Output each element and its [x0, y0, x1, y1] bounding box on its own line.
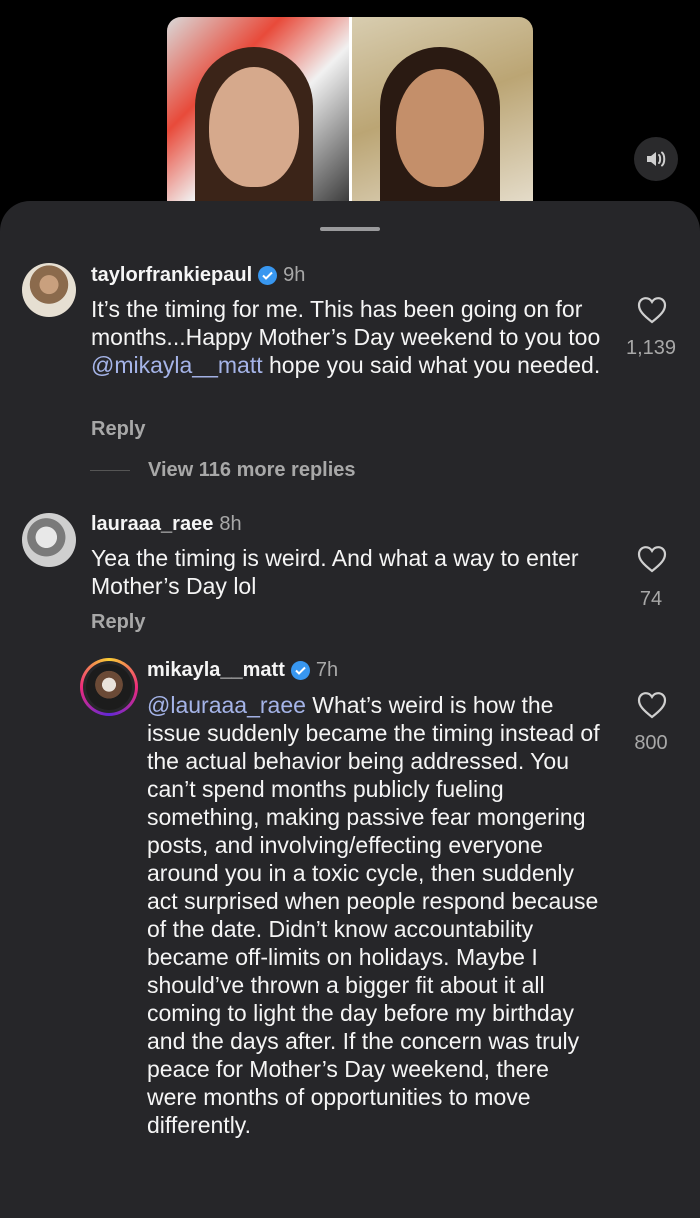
video-preview[interactable]: [167, 17, 533, 217]
comments-sheet: taylorfrankiepaul 9h It’s the timing for…: [0, 201, 700, 1218]
sound-toggle-button[interactable]: [634, 137, 678, 181]
divider: [90, 470, 130, 471]
video-left-frame: [167, 17, 349, 217]
like-count: 1,139: [625, 337, 677, 359]
mention-link[interactable]: @lauraaa_raee: [147, 692, 306, 718]
timestamp: 8h: [219, 513, 242, 535]
avatar[interactable]: [22, 263, 76, 317]
mention-link[interactable]: @mikayla__matt: [91, 352, 263, 378]
comment-header: lauraaa_raee 8h: [91, 513, 242, 536]
username[interactable]: mikayla__matt: [147, 659, 285, 682]
comment-text: @lauraaa_raee What’s weird is how the is…: [147, 691, 602, 1139]
avatar-story-ring[interactable]: [80, 658, 138, 716]
person-face: [395, 69, 484, 187]
comment-text-part: hope you said what you needed.: [262, 352, 601, 378]
comment-text: It’s the timing for me. This has been go…: [91, 295, 611, 379]
speaker-icon: [647, 151, 666, 167]
avatar: [86, 664, 132, 710]
video-right-frame: [348, 17, 533, 217]
heart-icon[interactable]: [637, 296, 667, 324]
view-more-replies[interactable]: View 116 more replies: [90, 459, 356, 482]
view-replies-label: View 116 more replies: [148, 459, 356, 481]
verified-badge-icon: [258, 266, 278, 285]
like-count: 800: [634, 732, 668, 754]
username[interactable]: taylorfrankiepaul: [91, 264, 252, 287]
timestamp: 9h: [283, 264, 306, 286]
avatar[interactable]: [22, 513, 76, 567]
heart-icon[interactable]: [637, 691, 667, 719]
reply-button[interactable]: Reply: [91, 611, 145, 634]
verified-badge-icon: [290, 661, 310, 680]
username[interactable]: lauraaa_raee: [91, 513, 213, 536]
comment-header: mikayla__matt 7h: [147, 659, 338, 682]
heart-icon[interactable]: [637, 545, 667, 573]
comment-text-part: What’s weird is how the issue suddenly b…: [147, 692, 600, 1138]
comment-text-part: It’s the timing for me. This has been go…: [91, 296, 601, 350]
person-face: [209, 67, 299, 187]
comment-header: taylorfrankiepaul 9h: [91, 264, 305, 287]
comment-text: Yea the timing is weird. And what a way …: [91, 545, 579, 599]
timestamp: 7h: [315, 659, 339, 681]
like-count: 74: [639, 588, 663, 610]
reply-button[interactable]: Reply: [91, 418, 145, 441]
sheet-grab-handle[interactable]: [320, 227, 380, 231]
